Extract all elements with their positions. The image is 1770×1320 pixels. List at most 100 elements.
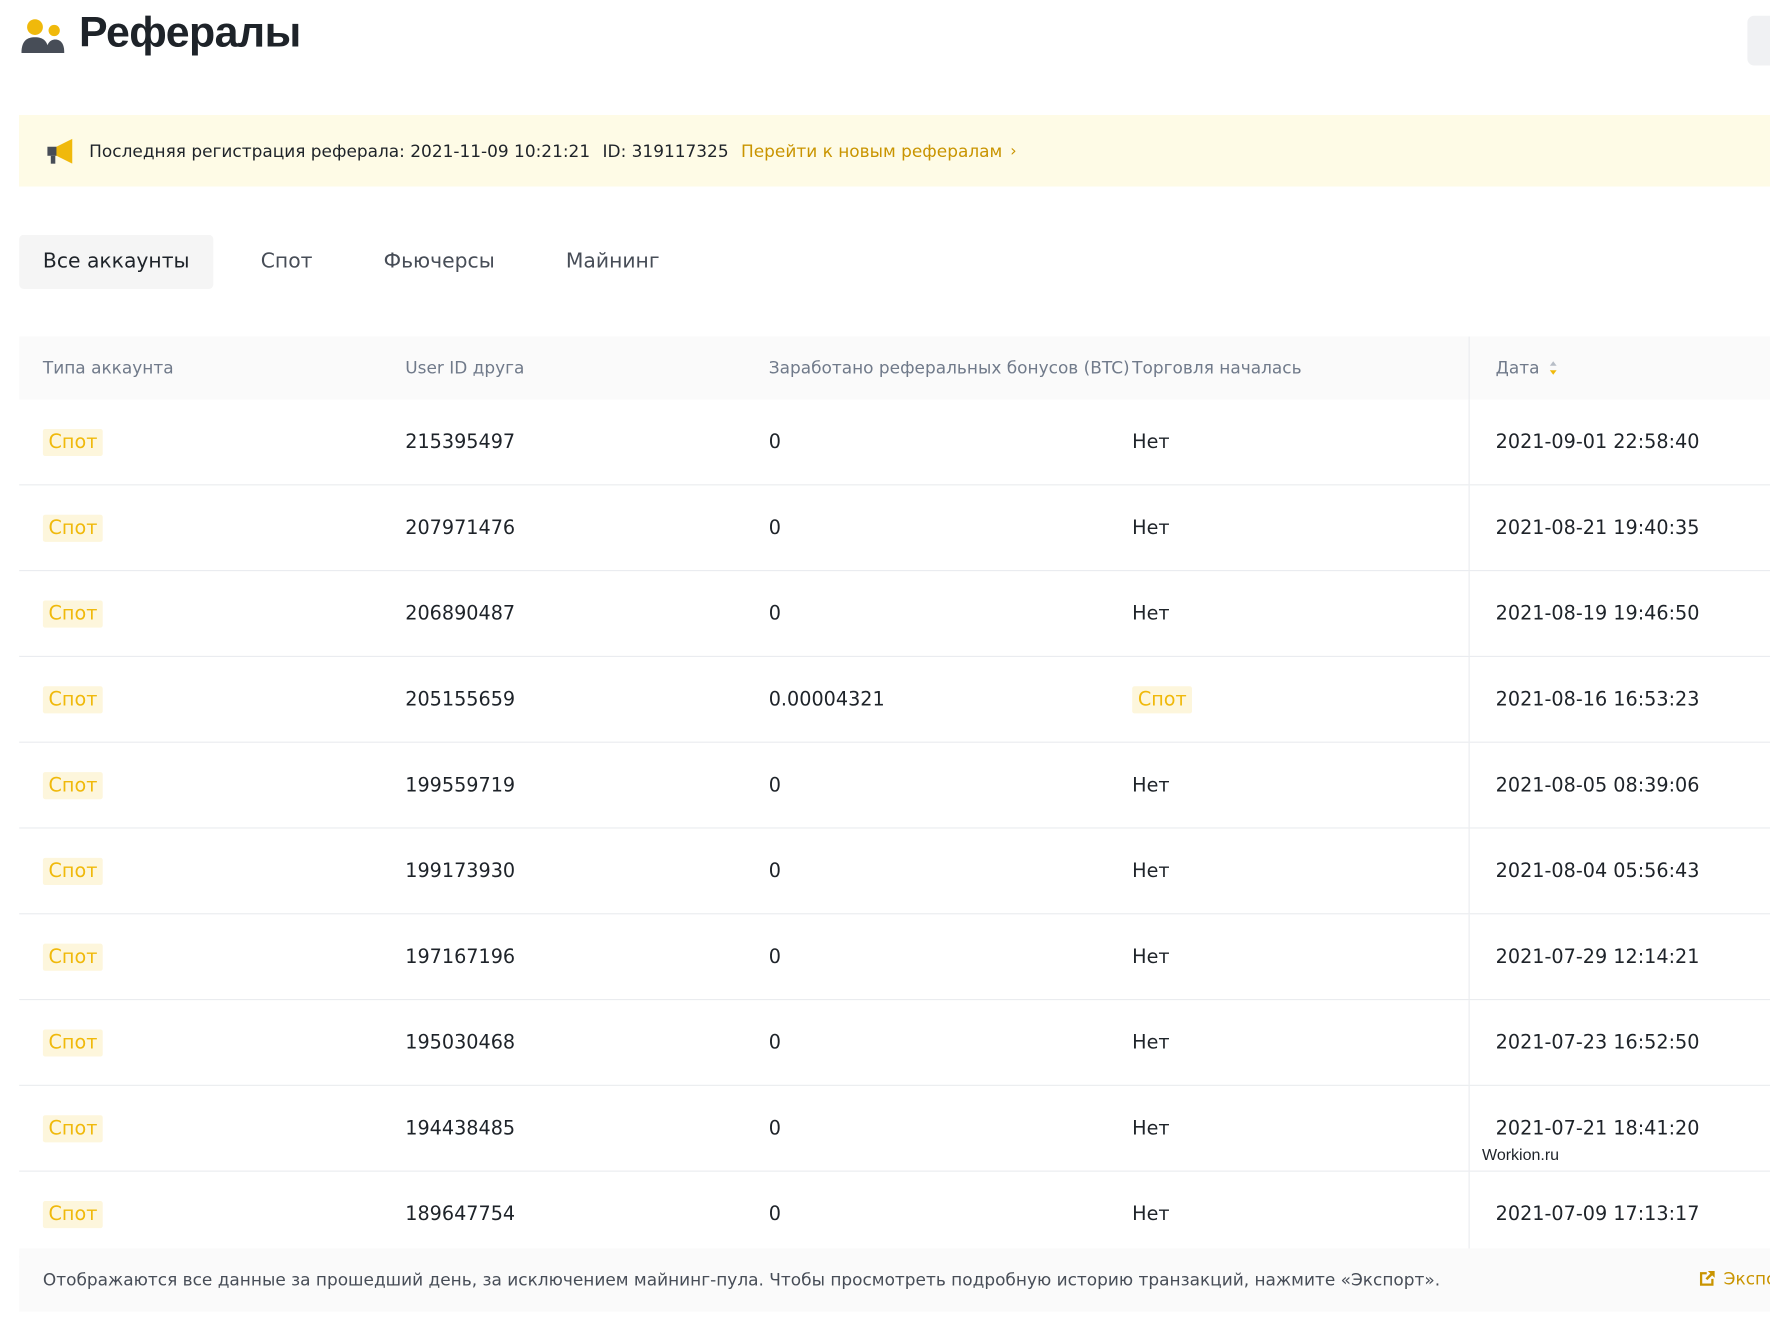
trading-started-value: Нет <box>1132 773 1170 797</box>
trading-started-value: Нет <box>1132 945 1170 968</box>
table-row: Спот 205155659 0.00004321 Спот 2021-08-16 16… <box>19 656 1770 743</box>
trading-started-cell: Нет <box>1108 516 1468 539</box>
account-type-badge: Спот <box>42 1200 104 1228</box>
account-type-cell: Спот <box>19 599 381 628</box>
column-header-user-id: User ID друга <box>405 357 525 379</box>
table-row: Спот 199559719 0 Нет 2021-08-05 08:39:06 <box>19 742 1770 829</box>
date-cell: 2021-07-29 12:14:21 <box>1468 914 1770 999</box>
trading-started-badge: Спот <box>1132 685 1193 713</box>
new-referrals-link[interactable]: Перейти к новым рефералам <box>741 141 1002 161</box>
account-type-cell: Спот <box>19 685 381 713</box>
account-type-badge: Спот <box>42 857 104 885</box>
account-type-cell: Спот <box>19 1028 381 1056</box>
trading-started-cell: Нет <box>1108 431 1468 454</box>
account-type-cell: Спот <box>19 428 381 456</box>
bonus-cell: 0 <box>768 516 781 540</box>
external-link-icon[interactable] <box>1698 1270 1716 1288</box>
account-type-cell: Спот <box>19 514 381 542</box>
notice-banner: Последняя регистрация реферала: 2021-11-… <box>19 115 1770 187</box>
bonus-cell: 0 <box>768 773 781 797</box>
date-cell: 2021-08-19 19:46:50 <box>1468 571 1770 656</box>
table-body: Спот 215395497 0 Нет 2021-09-01 22:58:40 Спот… <box>19 399 1770 1258</box>
date-cell: 2021-08-16 16:53:23 <box>1468 656 1770 742</box>
table-row: Спот 197167196 0 Нет 2021-07-29 12:14:21 <box>19 914 1770 1001</box>
trading-started-cell: Нет <box>1108 860 1468 883</box>
date-cell: 2021-08-05 08:39:06 <box>1468 742 1770 828</box>
account-type-cell: Спот <box>19 943 381 971</box>
trading-started-value: Нет <box>1132 1116 1170 1140</box>
chevron-right-icon[interactable]: › <box>1010 142 1016 160</box>
account-type-badge: Спот <box>42 1028 104 1056</box>
account-type-badge: Спот <box>42 514 104 542</box>
date-cell: 2021-09-01 22:58:40 <box>1468 399 1770 485</box>
bonus-cell: 0 <box>768 945 781 968</box>
trading-started-value: Нет <box>1132 516 1170 540</box>
tab-mining[interactable]: Майнинг <box>542 235 683 289</box>
corner-button[interactable] <box>1747 15 1770 66</box>
user-id-cell: 207971476 <box>405 516 516 540</box>
bonus-cell: 0 <box>768 1202 781 1226</box>
bonus-cell: 0 <box>768 1031 781 1054</box>
table-row: Спот 199173930 0 Нет 2021-08-04 05:56:43 <box>19 828 1770 915</box>
trading-started-value: Нет <box>1132 1202 1170 1226</box>
table-row: Спот 206890487 0 Нет 2021-08-19 19:46:50 <box>19 571 1770 657</box>
account-type-cell: Спот <box>19 771 381 799</box>
column-header-trading-started: Торговля началась <box>1132 357 1302 379</box>
date-cell: 2021-07-09 17:13:17 <box>1468 1171 1770 1257</box>
user-id-cell: 199173930 <box>405 859 516 883</box>
export-button[interactable]: Экспо <box>1698 1269 1770 1289</box>
footer-message: Отображаются все данные за прошедший ден… <box>42 1269 1441 1291</box>
trading-started-value: Нет <box>1132 430 1170 454</box>
account-type-badge: Спот <box>42 599 104 628</box>
trading-started-cell: Нет <box>1108 1203 1468 1226</box>
referral-id-text: ID: 319117325 <box>602 140 729 161</box>
sort-icon[interactable] <box>1549 360 1558 376</box>
megaphone-icon <box>47 138 73 164</box>
column-header-date-label[interactable]: Дата <box>1496 358 1540 378</box>
table-row: Спот 189647754 0 Нет 2021-07-09 17:13:17 <box>19 1171 1770 1258</box>
table-footer: Отображаются все данные за прошедший ден… <box>19 1248 1770 1312</box>
account-type-badge: Спот <box>42 685 104 713</box>
trading-started-cell: Нет <box>1108 602 1468 625</box>
account-type-badge: Спот <box>42 1114 104 1142</box>
tab-futures[interactable]: Фьючерсы <box>360 235 519 289</box>
trading-started-value: Нет <box>1132 602 1170 625</box>
table-header: Типа аккаунта User ID друга Заработано р… <box>19 336 1770 400</box>
account-type-badge: Спот <box>42 428 104 456</box>
table-row: Спот 207971476 0 Нет 2021-08-21 19:40:35 <box>19 485 1770 572</box>
date-cell: 2021-08-21 19:40:35 <box>1468 485 1770 571</box>
tab-all-accounts[interactable]: Все аккаунты <box>19 234 214 289</box>
trading-started-cell: Спот <box>1108 685 1468 713</box>
user-id-cell: 199559719 <box>405 773 516 797</box>
user-id-cell: 194438485 <box>405 1116 516 1140</box>
date-cell: 2021-08-04 05:56:43 <box>1468 828 1770 914</box>
page-header: Рефералы <box>0 0 1770 79</box>
people-icon <box>21 19 65 54</box>
tab-spot[interactable]: Спот <box>237 235 336 289</box>
bonus-cell: 0.00004321 <box>768 688 885 711</box>
user-id-cell: 205155659 <box>405 688 516 711</box>
account-type-badge: Спот <box>42 771 104 799</box>
user-id-cell: 215395497 <box>405 430 516 454</box>
account-type-cell: Спот <box>19 1200 381 1228</box>
user-id-cell: 206890487 <box>405 602 516 625</box>
column-header-bonus: Заработано реферальных бонусов (BTC) <box>768 357 1130 379</box>
table-row: Спот 215395497 0 Нет 2021-09-01 22:58:40 <box>19 399 1770 486</box>
table-row: Спот 195030468 0 Нет 2021-07-23 16:52:50 <box>19 1000 1770 1086</box>
column-header-date[interactable]: Дата <box>1468 336 1770 400</box>
user-id-cell: 189647754 <box>405 1202 516 1226</box>
trading-started-value: Нет <box>1132 1031 1170 1054</box>
trading-started-cell: Нет <box>1108 945 1468 968</box>
date-cell: 2021-07-23 16:52:50 <box>1468 1000 1770 1085</box>
user-id-cell: 197167196 <box>405 945 516 968</box>
bonus-cell: 0 <box>768 430 781 454</box>
account-type-cell: Спот <box>19 857 381 885</box>
account-type-badge: Спот <box>42 943 104 971</box>
export-label[interactable]: Экспо <box>1724 1269 1770 1289</box>
column-header-account-type: Типа аккаунта <box>42 357 174 379</box>
tab-bar: Все аккаунты Спот Фьючерсы Майнинг <box>19 234 707 289</box>
bonus-cell: 0 <box>768 1116 781 1140</box>
page: Рефералы Последняя регистрация реферала:… <box>0 0 1770 1312</box>
bonus-cell: 0 <box>768 602 781 625</box>
trading-started-cell: Нет <box>1108 774 1468 797</box>
